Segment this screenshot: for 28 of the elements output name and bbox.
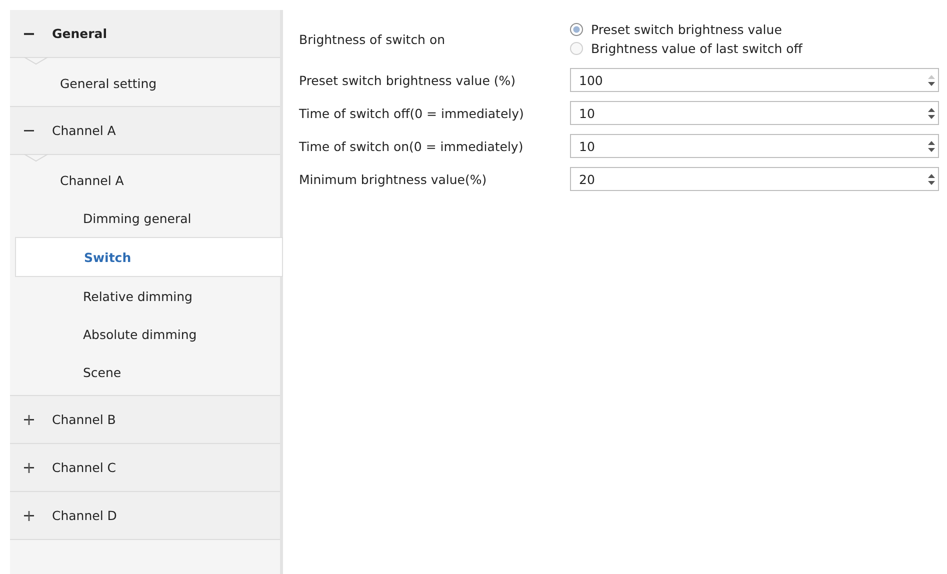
parameter-label: Preset switch brightness value (%) [299,72,516,88]
parameter-label: Brightness of switch on [299,32,446,46]
tree-section-header[interactable]: Channel B [10,396,280,444]
number-field[interactable]: 20 [570,167,939,191]
tree-item[interactable]: Scene [10,353,280,391]
tree-item[interactable]: General setting [10,64,280,102]
tree-item[interactable]: Absolute dimming [10,315,280,353]
tree-item[interactable]: Switch [15,237,283,277]
parameter-label: Time of switch off(0 = immediately) [299,106,525,120]
section-label: Channel D [52,508,117,523]
tree-section-header[interactable]: Channel A [10,107,280,155]
number-field[interactable]: 10 [570,134,939,158]
section-label: Channel B [52,412,116,427]
tree-item[interactable]: Channel A [10,161,280,199]
section-label: General [52,26,107,41]
number-field[interactable]: 10 [570,101,939,125]
section-label: Channel A [52,123,116,138]
parameter-label: Time of switch on(0 = immediately) [299,138,524,154]
parameter-label: Minimum brightness value(%) [299,172,488,186]
tree-section-header[interactable]: Channel D [10,492,280,540]
tree-item[interactable]: Relative dimming [10,277,280,315]
tree-section-header[interactable]: Channel C [10,444,280,492]
radio-option[interactable]: Brightness value of last switch off [570,41,802,56]
tree-item[interactable]: Dimming general [10,199,280,237]
tree-section-header[interactable]: General [10,10,280,58]
number-field[interactable]: 100 [570,68,939,92]
radio-option[interactable]: Preset switch brightness value [570,22,802,37]
section-label: Channel C [52,460,116,475]
